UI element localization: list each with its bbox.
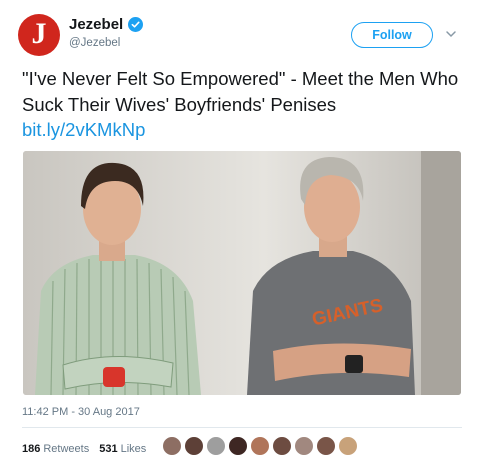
retweets-stat[interactable]: 186 Retweets	[22, 443, 89, 455]
tweet-stats: 186 Retweets 531 Likes	[22, 443, 146, 455]
retweets-label: Retweets	[43, 443, 90, 455]
liker-avatar[interactable]	[250, 436, 270, 456]
liker-avatar[interactable]	[272, 436, 292, 456]
likes-stat[interactable]: 531 Likes	[99, 443, 146, 455]
liker-avatar[interactable]	[206, 436, 226, 456]
liker-avatar[interactable]	[338, 436, 358, 456]
follow-button[interactable]: Follow	[351, 22, 433, 48]
liker-avatar[interactable]	[316, 436, 336, 456]
tweet-text: "I've Never Felt So Empowered" - Meet th…	[22, 66, 462, 143]
likes-count: 531	[99, 443, 118, 455]
account-name-row: Jezebel	[69, 16, 144, 33]
verified-badge-icon	[128, 17, 144, 32]
retweets-count: 186	[22, 443, 41, 455]
divider	[22, 427, 462, 428]
avatar-logo-letter: J	[31, 17, 47, 50]
likes-label: Likes	[120, 443, 147, 455]
chevron-down-icon[interactable]	[445, 28, 457, 40]
liker-avatar[interactable]	[294, 436, 314, 456]
tweet-photo[interactable]: GIANTS	[23, 151, 461, 395]
account-avatar[interactable]: J	[18, 14, 60, 56]
display-name[interactable]: Jezebel	[69, 16, 123, 33]
photo-illustration: GIANTS	[23, 151, 461, 395]
tweet-timestamp[interactable]: 11:42 PM - 30 Aug 2017	[22, 406, 140, 418]
account-handle[interactable]: @Jezebel	[69, 37, 120, 49]
liker-avatars	[162, 436, 358, 456]
liker-avatar[interactable]	[162, 436, 182, 456]
tweet-body: "I've Never Felt So Empowered" - Meet th…	[22, 68, 459, 115]
liker-avatar[interactable]	[184, 436, 204, 456]
liker-avatar[interactable]	[228, 436, 248, 456]
tweet-link[interactable]: bit.ly/2vKMkNp	[22, 119, 145, 140]
